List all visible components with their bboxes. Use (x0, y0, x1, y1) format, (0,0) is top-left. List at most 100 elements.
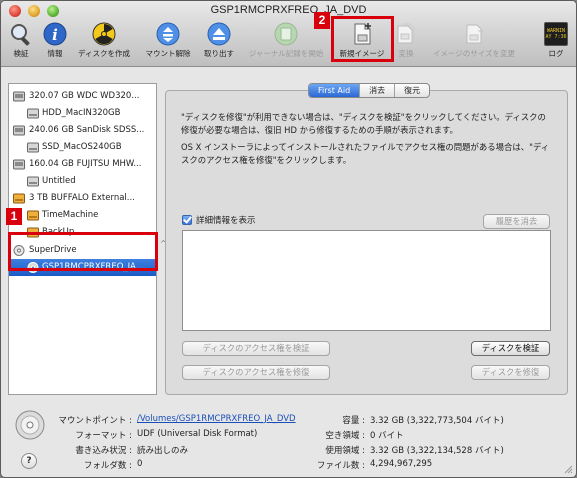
hard-disk-icon (13, 159, 25, 170)
toolbar-resize-image-button[interactable]: イメージのサイズを変更 (425, 22, 523, 62)
toolbar-convert-button[interactable]: 変換 (391, 22, 421, 62)
toolbar-label: ログ (548, 49, 564, 58)
files-value: 4,294,967,295 (370, 459, 433, 469)
toolbar-label: 情報 (47, 49, 63, 58)
volume-icon (27, 108, 39, 119)
tab-erase[interactable]: 消去 (360, 84, 396, 97)
toolbar-label: 取り出す (204, 49, 234, 58)
sidebar-item-label: SuperDrive (29, 245, 77, 255)
tab-first-aid[interactable]: First Aid (309, 84, 361, 97)
log-icon-text: AY 7:36 (545, 34, 567, 40)
sidebar-item-label: TimeMachine (42, 210, 99, 220)
sidebar-item-timemachine-volume[interactable]: TimeMachine (9, 207, 156, 224)
info-icon: i (43, 22, 67, 46)
sidebar-item-label: HDD_MacIN320GB (42, 108, 121, 118)
show-details-checkbox[interactable] (182, 215, 192, 225)
available-value: 0 バイト (370, 431, 404, 441)
new-image-icon (354, 23, 371, 45)
files-label: ファイル数 : (316, 461, 365, 471)
sidebar-item-fujitsu-disk[interactable]: 160.04 GB FUJITSU MHW... (9, 156, 156, 173)
available-label: 空き領域 : (325, 431, 365, 441)
verify-disk-button[interactable]: ディスクを検証 (471, 341, 550, 356)
external-volume-icon (27, 227, 39, 238)
toolbar-label: ジャーナル記録を開始 (248, 49, 324, 58)
first-aid-description-2: OS X インストーラによってインストールされたファイルでアクセス権の問題がある… (181, 141, 561, 167)
show-details-label: 詳細情報を表示 (196, 216, 256, 226)
toolbar-label: マウント解除 (145, 49, 191, 58)
sidebar-item-label: BackUp (42, 227, 75, 237)
help-button[interactable]: ? (21, 453, 37, 469)
toolbar-verify-button[interactable]: 検証 (7, 22, 35, 62)
toolbar-label: 変換 (398, 49, 414, 58)
folders-label: フォルダ数 : (83, 461, 132, 471)
unmount-icon (156, 22, 180, 46)
description-line: OS X インストーラによってインストールされたファイルでアクセス権の問題がある… (181, 142, 550, 152)
svg-text:i: i (52, 26, 58, 44)
disk-sidebar: 320.07 GB WDC WD320... HDD_MacIN320GB 24… (8, 83, 157, 395)
volume-icon (27, 142, 39, 153)
sidebar-item-hdd-volume[interactable]: HDD_MacIN320GB (9, 105, 156, 122)
sidebar-item-label: 3 TB BUFFALO External... (29, 193, 135, 203)
verify-permissions-button[interactable]: ディスクのアクセス権を検証 (182, 341, 330, 356)
used-label: 使用領域 : (325, 446, 365, 456)
folders-value: 0 (137, 459, 143, 469)
eject-icon (207, 22, 231, 46)
external-volume-icon (27, 210, 39, 221)
description-line: 修復が必要な場合は、復旧 HD から修復するための手順が表示されます。 (181, 125, 458, 135)
used-value: 3.32 GB (3,322,134,528 バイト) (370, 446, 504, 456)
external-disk-icon (13, 193, 25, 204)
optical-disc-icon (27, 262, 39, 273)
sidebar-item-label: 320.07 GB WDC WD320... (29, 91, 140, 101)
repair-permissions-button[interactable]: ディスクのアクセス権を修復 (182, 365, 330, 380)
write-status-label: 書き込み状況 : (75, 446, 132, 456)
sidebar-item-ssd-volume[interactable]: SSD_MacOS240GB (9, 139, 156, 156)
toolbar-eject-button[interactable]: 取り出す (199, 22, 239, 62)
format-label: フォーマット : (75, 431, 132, 441)
repair-disk-button[interactable]: ディスクを修復 (471, 365, 550, 380)
toolbar-label: 新規イメージ (339, 49, 385, 58)
hard-disk-icon (13, 91, 25, 102)
sidebar-item-backup-volume[interactable]: BackUp (9, 224, 156, 241)
sidebar-item-untitled-volume[interactable]: Untitled (9, 173, 156, 190)
toolbar-label: ディスクを作成 (78, 49, 130, 58)
convert-icon (397, 23, 415, 44)
show-details-checkbox-row[interactable]: 詳細情報を表示 (182, 214, 256, 226)
description-line: "ディスクを修復"が利用できない場合は、"ディスクを検証"をクリックしてください… (181, 112, 546, 122)
toolbar-label: 検証 (13, 49, 29, 58)
capacity-value: 3.32 GB (3,322,773,504 バイト) (370, 416, 504, 426)
window-title: GSP1RMCPRXFREO_JA_DVD (210, 4, 367, 16)
toolbar-unmount-button[interactable]: マウント解除 (141, 22, 195, 62)
write-status-value: 読み出しのみ (137, 446, 189, 456)
tab-restore[interactable]: 復元 (395, 84, 429, 97)
sidebar-item-label: Untitled (42, 176, 76, 186)
sidebar-item-wdc-disk[interactable]: 320.07 GB WDC WD320... (9, 88, 156, 105)
toolbar-burn-button[interactable]: ディスクを作成 (73, 22, 135, 62)
mount-point-label: マウントポイント : (58, 416, 132, 426)
capacity-label: 容量 : (342, 416, 365, 426)
sidebar-item-label: GSP1RMCPRXFREO_JA... (42, 262, 144, 272)
resize-grip-icon[interactable] (563, 464, 573, 474)
volume-icon (27, 176, 39, 187)
resize-image-icon (466, 24, 483, 44)
toolbar-log-button[interactable]: WARNIN AY 7:36 ログ (541, 22, 571, 62)
toolbar-new-image-button[interactable]: 新規イメージ (334, 22, 390, 62)
mount-point-link[interactable]: /Volumes/GSP1RMCPRXFREO_JA_DVD (137, 414, 296, 424)
sidebar-item-label: SSD_MacOS240GB (42, 142, 122, 152)
format-value: UDF (Universal Disk Format) (137, 429, 258, 439)
titlebar: GSP1RMCPRXFREO_JA_DVD 検証 i 情報 ディスクを作成 マウ… (1, 1, 576, 67)
sidebar-item-superdrive[interactable]: SuperDrive (9, 242, 156, 259)
toolbar-info-button[interactable]: i 情報 (41, 22, 69, 62)
sidebar-item-sandisk-disk[interactable]: 240.06 GB SanDisk SDSS... (9, 122, 156, 139)
journal-icon (274, 22, 298, 46)
first-aid-description-1: "ディスクを修復"が利用できない場合は、"ディスクを検証"をクリックしてください… (181, 111, 561, 137)
sidebar-item-label: 240.06 GB SanDisk SDSS... (29, 125, 145, 135)
clear-history-button[interactable]: 履歴を消去 (483, 214, 550, 229)
sidebar-item-buffalo-disk[interactable]: 3 TB BUFFALO External... (9, 190, 156, 207)
description-line: スクのアクセス権を修復"をクリックします。 (181, 155, 352, 165)
first-aid-log-area[interactable] (182, 230, 551, 331)
hard-disk-icon (13, 125, 25, 136)
optical-drive-icon (13, 245, 25, 256)
callout-number-2: 2 (314, 12, 330, 29)
sidebar-item-gsp1-disc[interactable]: GSP1RMCPRXFREO_JA... (9, 259, 156, 276)
disk-utility-window: GSP1RMCPRXFREO_JA_DVD 検証 i 情報 ディスクを作成 マウ… (0, 0, 577, 478)
